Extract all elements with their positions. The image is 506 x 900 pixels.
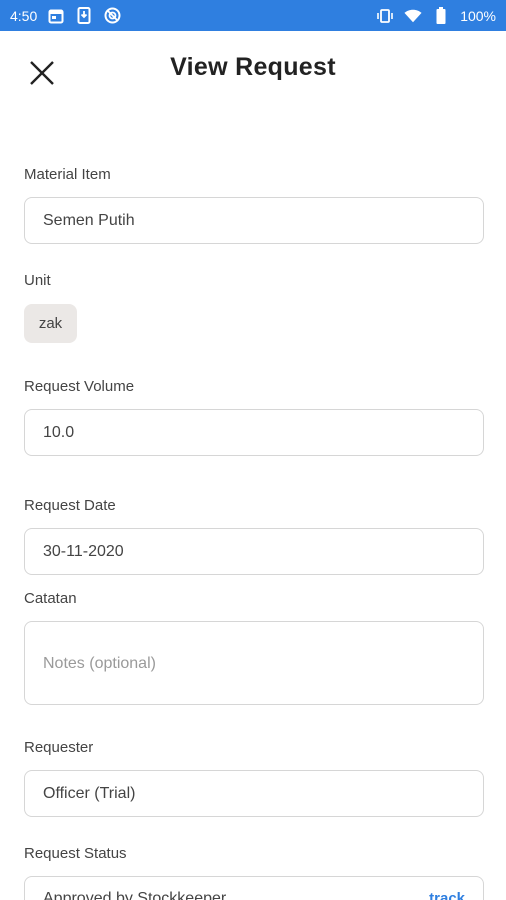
material-item-value: Semen Putih [43,211,135,229]
track-link[interactable]: track [429,890,465,900]
status-bar: 4:50 100% [0,0,506,31]
calendar-icon [47,7,65,25]
app-bar: View Request [0,31,506,111]
request-status-value: Approved by Stockkeeper [43,890,227,900]
material-item-field[interactable]: Semen Putih [24,197,484,244]
request-date-value: 30-11-2020 [43,542,124,560]
unit-value: zak [38,315,63,332]
notes-field[interactable]: Notes (optional) [24,621,484,705]
notes-placeholder: Notes (optional) [43,655,156,672]
phone-download-icon [75,7,93,25]
request-date-label: Request Date [24,497,116,514]
unit-chip[interactable]: zak [24,304,77,343]
material-item-label: Material Item [24,166,111,183]
vibrate-icon [376,7,394,25]
page-title: View Request [170,53,336,81]
request-status-label: Request Status [24,845,127,862]
battery-percent: 100% [460,7,496,24]
requester-value: Officer (Trial) [43,784,136,802]
wifi-icon [404,7,422,25]
requester-field[interactable]: Officer (Trial) [24,770,484,817]
notes-label: Catatan [24,590,77,607]
request-status-field: Approved by Stockkeeper track [24,876,484,900]
request-volume-value: 10.0 [43,423,75,441]
battery-icon [432,7,450,25]
status-time: 4:50 [10,7,38,24]
data-saver-icon [103,7,121,25]
request-volume-field[interactable]: 10.0 [24,409,484,456]
request-date-field[interactable]: 30-11-2020 [24,528,484,575]
unit-label: Unit [24,272,51,289]
requester-label: Requester [24,739,94,756]
request-volume-label: Request Volume [24,378,135,395]
